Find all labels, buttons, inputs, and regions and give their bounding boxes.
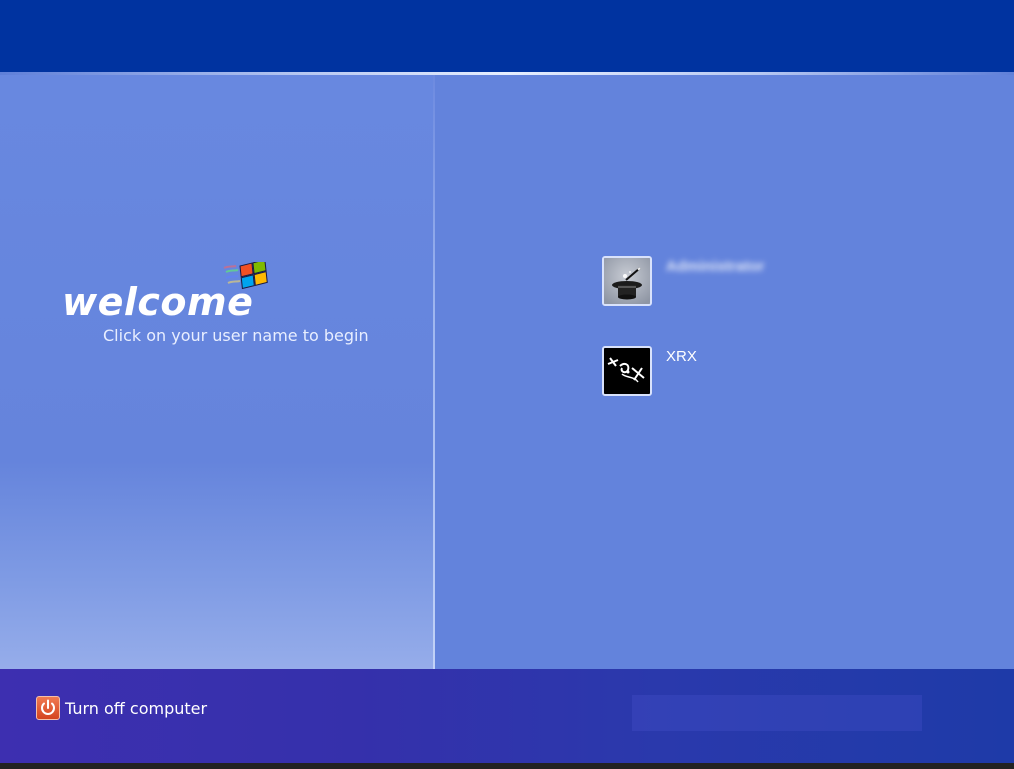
footer-panel bbox=[632, 695, 922, 731]
welcome-pane bbox=[0, 75, 433, 669]
user-name-xrx[interactable]: XRX bbox=[666, 348, 697, 365]
magic-hat-icon bbox=[604, 258, 650, 304]
user-picture[interactable] bbox=[602, 346, 652, 396]
user-tile-xrx[interactable]: XRX bbox=[602, 346, 862, 398]
power-icon[interactable] bbox=[36, 696, 60, 720]
welcome-instructions: Click on your user name to begin bbox=[103, 326, 369, 345]
turn-off-computer-link[interactable]: Turn off computer bbox=[65, 699, 207, 718]
user-tile-administrator[interactable]: Administrator bbox=[602, 256, 862, 308]
welcome-title: welcome bbox=[62, 280, 254, 324]
top-band bbox=[0, 0, 1014, 74]
user-name-administrator[interactable]: Administrator bbox=[666, 258, 764, 275]
bottom-edge bbox=[0, 763, 1014, 769]
pane-divider bbox=[433, 75, 435, 669]
xrx-avatar-icon bbox=[604, 348, 650, 394]
user-picture[interactable] bbox=[602, 256, 652, 306]
